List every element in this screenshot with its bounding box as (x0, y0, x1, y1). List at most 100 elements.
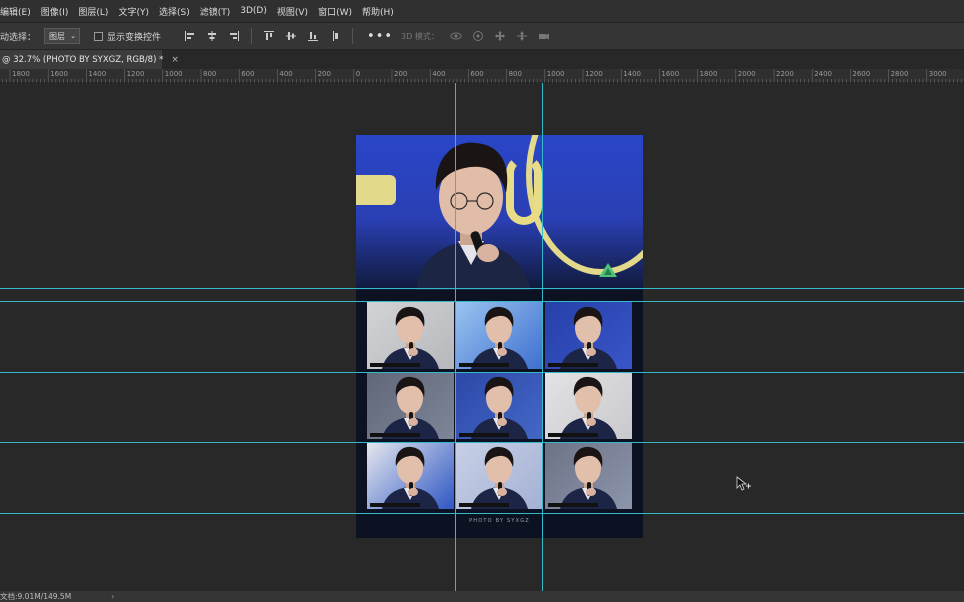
ruler-tick-label: 1000 (546, 70, 565, 78)
menu-item[interactable]: 3D(D) (235, 6, 272, 16)
ruler-tick-label: 1800 (699, 70, 718, 78)
menu-bar: 编辑(E) 图像(I) 图层(L) 文字(Y) 选择(S) 滤镜(T) 3D(D) 视图(V)… (0, 0, 964, 22)
camera-3d-icon[interactable] (537, 29, 551, 43)
show-transform-controls[interactable]: 显示变换控件 (94, 30, 161, 43)
caption-bar (459, 433, 509, 437)
status-menu-arrow-icon[interactable]: › (111, 592, 114, 601)
grid-photo (367, 302, 454, 369)
portrait-figure (382, 376, 439, 439)
logo-letter-shape (356, 175, 396, 205)
ruler-tick-label: 1600 (661, 70, 680, 78)
show-transform-label: 显示变换控件 (107, 32, 162, 43)
triangle-logo-icon (599, 263, 617, 277)
menu-item[interactable]: 编辑(E) (0, 5, 36, 18)
grid-photo (545, 302, 632, 369)
align-bottom-edges-icon[interactable] (306, 29, 320, 43)
ruler-tick-label: 800 (508, 70, 522, 78)
options-bar: 动选择： 图层 ⌄ 显示变换控件 ••• 3D 模式： (0, 22, 964, 50)
move-cursor-icon (736, 476, 751, 491)
menu-item[interactable]: 选择(S) (154, 5, 195, 18)
ruler-tick-label: 1200 (585, 70, 603, 78)
hero-photo (356, 135, 643, 290)
ruler-tick-label: 800 (203, 70, 217, 78)
ruler-tick-label: 1200 (126, 70, 145, 78)
portrait-figure (560, 376, 617, 439)
slide-3d-icon[interactable] (515, 29, 529, 43)
align-top-edges-icon[interactable] (262, 29, 276, 43)
document-canvas[interactable]: PHOTO BY SYXGZ (356, 135, 643, 538)
grid-photo (367, 442, 454, 509)
portrait-figure (471, 376, 528, 439)
ruler-tick-label: 1000 (164, 70, 183, 78)
ruler-tick-label: 2400 (814, 70, 833, 78)
canvas-area[interactable]: PHOTO BY SYXGZ (0, 83, 964, 591)
align-tools: ••• 3D 模式： (179, 28, 555, 44)
ruler-tick-label: 200 (394, 70, 408, 78)
horizontal-guide[interactable] (0, 288, 964, 289)
document-size: 文档:9.01M/149.5M (0, 592, 72, 601)
caption-bar (548, 433, 598, 437)
ruler-tick-label: 1400 (623, 70, 642, 78)
portrait-figure (560, 306, 617, 369)
vertical-guide[interactable] (455, 83, 456, 591)
ruler-tick-label: 600 (470, 70, 484, 78)
caption-bar (370, 503, 420, 507)
horizontal-guide[interactable] (0, 372, 964, 373)
pan-3d-icon[interactable] (493, 29, 507, 43)
portrait-figure (382, 306, 439, 369)
horizontal-guide[interactable] (0, 513, 964, 514)
menu-item[interactable]: 窗口(W) (313, 5, 357, 18)
ruler-tick-label: 2200 (776, 70, 794, 78)
horizontal-guide[interactable] (0, 442, 964, 443)
align-right-edges-icon[interactable] (227, 29, 241, 43)
ruler-tick-label: 600 (241, 70, 255, 78)
menu-item[interactable]: 图像(I) (36, 5, 74, 18)
divider (251, 28, 253, 44)
caption-bar (370, 433, 420, 437)
document-tab-title: @ 32.7% (PHOTO BY SYXGZ, RGB/8) * (2, 54, 164, 65)
horizontal-ruler[interactable]: 1800 1600 1400 1200 1000 800 600 400 200 0 200 400 6… (0, 69, 964, 83)
grid-photo (456, 302, 543, 369)
ruler-tick-label: 1400 (88, 70, 107, 78)
auto-select-dropdown[interactable]: 图层 ⌄ (44, 28, 81, 44)
mode-3d-label: 3D 模式： (401, 31, 439, 41)
align-vertical-centers-icon[interactable] (284, 29, 298, 43)
align-horizontal-centers-icon[interactable] (205, 29, 219, 43)
ruler-tick-label: 2000 (737, 70, 756, 78)
portrait-figure (560, 446, 617, 509)
distribute-icon[interactable] (328, 29, 342, 43)
horizontal-guide[interactable] (0, 301, 964, 302)
ruler-tick-label: 1600 (50, 70, 69, 78)
roll-3d-icon[interactable] (471, 29, 485, 43)
grid-photo (545, 442, 632, 509)
caption-bar (459, 363, 509, 367)
ruler-tick-label: 1800 (12, 70, 30, 78)
orbit-3d-icon[interactable] (449, 29, 463, 43)
menu-item[interactable]: 文字(Y) (113, 5, 154, 18)
grid-photo (367, 372, 454, 439)
vertical-guide[interactable] (542, 83, 543, 591)
ruler-tick-label: 400 (279, 70, 293, 78)
ruler-tick-label: 200 (317, 70, 331, 78)
grid-photo (456, 372, 543, 439)
ruler-tick-label: 3000 (928, 70, 947, 78)
grid-photo (456, 442, 543, 509)
ruler-tick-label: 2600 (852, 70, 871, 78)
document-tab[interactable]: @ 32.7% (PHOTO BY SYXGZ, RGB/8) * × (0, 50, 179, 69)
show-transform-checkbox[interactable] (94, 31, 104, 41)
caption-bar (548, 363, 598, 367)
document-tab-bar: @ 32.7% (PHOTO BY SYXGZ, RGB/8) * × (0, 50, 964, 69)
menu-item[interactable]: 滤镜(T) (195, 5, 236, 18)
portrait-figure (471, 306, 528, 369)
more-options-icon[interactable]: ••• (367, 29, 393, 44)
close-icon[interactable]: × (171, 55, 179, 65)
grid-photo (545, 372, 632, 439)
menu-item[interactable]: 帮助(H) (357, 5, 399, 18)
auto-select-value: 图层 (49, 31, 66, 41)
chevron-down-icon: ⌄ (70, 32, 77, 40)
menu-item[interactable]: 图层(L) (73, 5, 113, 18)
ruler-tick-label: 2800 (890, 70, 909, 78)
auto-select-label: 动选择： (0, 32, 37, 43)
align-left-edges-icon[interactable] (183, 29, 197, 43)
menu-item[interactable]: 视图(V) (272, 5, 313, 18)
